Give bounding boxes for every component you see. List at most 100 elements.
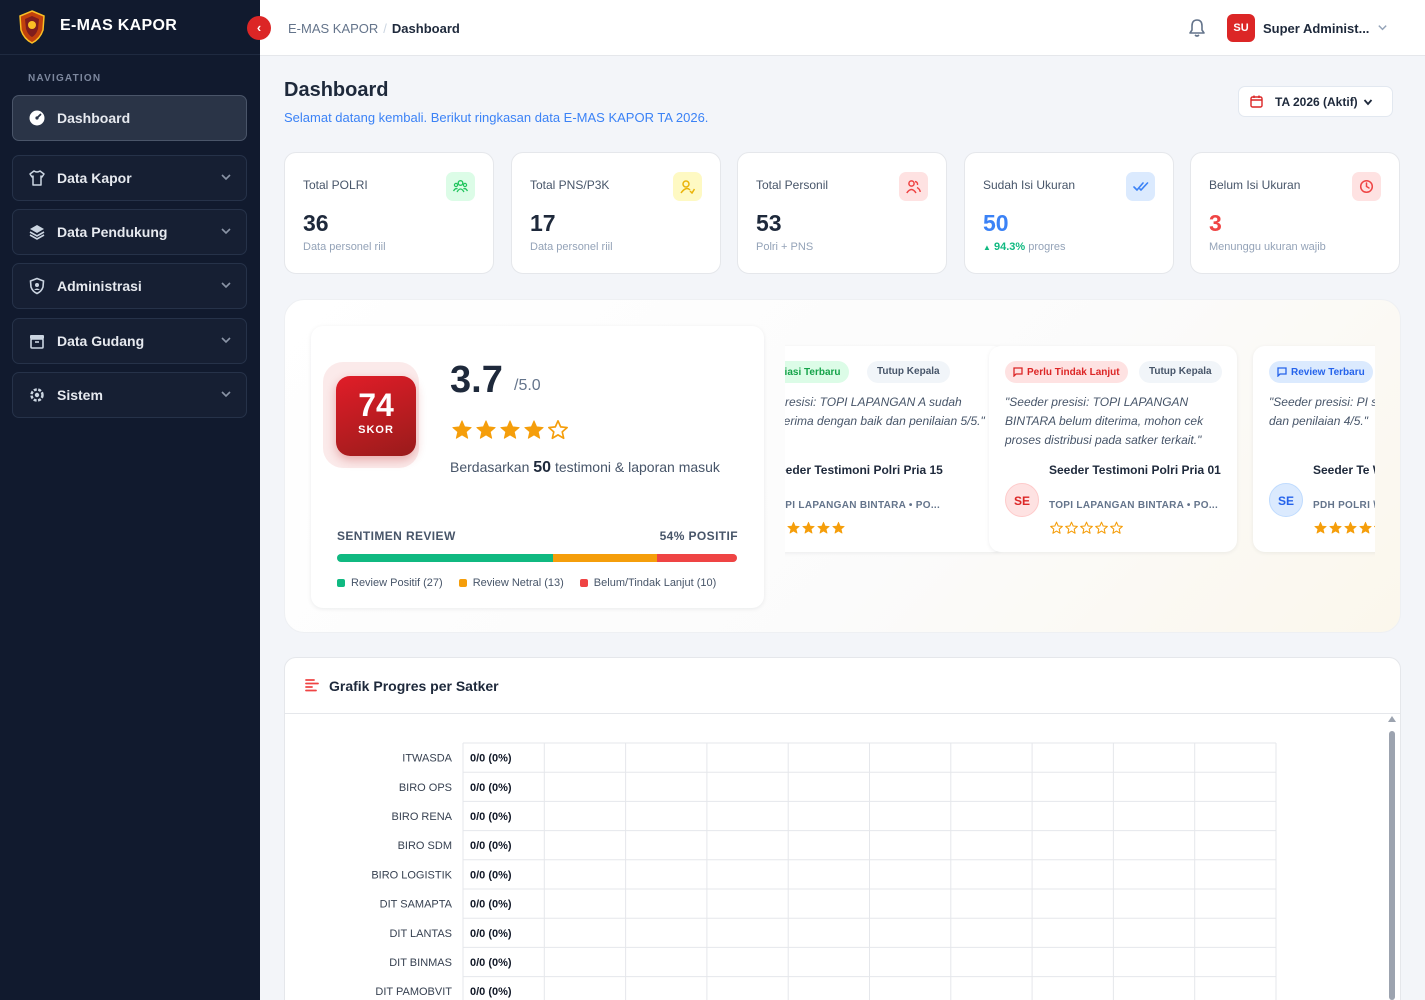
stat-label: Belum Isi Ukuran <box>1209 178 1301 192</box>
testimonial-category: Tutup Kepala <box>1139 361 1222 383</box>
message-icon <box>1277 367 1287 377</box>
sidebar-item-label: Dashboard <box>57 110 131 126</box>
users-group-icon <box>899 172 928 201</box>
testimonial-tag-label: Perlu Tindak Lanjut <box>1027 366 1120 378</box>
legend-label: Review Netral (13) <box>472 577 564 589</box>
calendar-icon <box>1250 95 1263 108</box>
sidebar-item-sistem[interactable]: Sistem <box>12 372 247 418</box>
stat-card-sudah-isi: Sudah Isi Ukuran 50 ▲ 94.3% progres <box>964 152 1174 274</box>
sidebar-collapse-button[interactable]: ‹ <box>247 16 271 40</box>
chart-header: Grafik Progres per Satker <box>285 658 1400 714</box>
sidebar-item-data-pendukung[interactable]: Data Pendukung <box>12 209 247 255</box>
progress-chart-card: Grafik Progres per Satker ITWASDA 0/0 (0%… <box>284 657 1401 1000</box>
avatar[interactable]: SU <box>1227 14 1255 42</box>
sidebar-item-label: Administrasi <box>57 278 142 294</box>
star-empty-icon <box>1064 521 1079 535</box>
data-label: 0/0 (0%) <box>470 986 512 998</box>
testimonial-card[interactable]: Perlu Tindak Lanjut Tutup Kepala "Seeder… <box>989 346 1237 552</box>
year-selector[interactable]: TA 2026 (Aktif) <box>1238 86 1393 117</box>
star-empty-icon <box>1094 521 1109 535</box>
sentiment-bar <box>337 554 737 562</box>
testimonial-carousel[interactable]: siasi Terbaru Tutup Kepala r presisi: TO… <box>785 300 1375 634</box>
star-filled-icon <box>801 521 816 535</box>
testimonial-avatar: SE <box>1005 483 1039 517</box>
stat-card-total-polri: Total POLRI 36 Data personel riil <box>284 152 494 274</box>
stat-sub: Polri + PNS <box>756 241 814 253</box>
data-label: 0/0 (0%) <box>470 811 512 823</box>
stat-value: 50 <box>983 210 1009 236</box>
legend-followup: Belum/Tindak Lanjut (10) <box>579 577 716 589</box>
testimonial-quote: r presisi: TOPI LAPANGAN A sudah diterim… <box>785 395 985 428</box>
data-label: 0/0 (0%) <box>470 957 512 969</box>
chevron-down-icon[interactable] <box>1377 22 1388 33</box>
star-filled-icon <box>831 521 846 535</box>
sidebar: E-MAS KAPOR NAVIGATION Dashboard Data Ka… <box>0 0 260 1000</box>
sentiment-segment <box>553 554 657 562</box>
star-filled-icon <box>1328 521 1343 535</box>
breadcrumb-separator: / <box>383 21 387 36</box>
user-name[interactable]: Super Administ... <box>1263 21 1369 36</box>
data-label: 0/0 (0%) <box>470 840 512 852</box>
category-label: BIRO OPS <box>399 782 452 794</box>
sentiment-segment <box>657 554 737 562</box>
testimonial-tag: Review Terbaru <box>1269 361 1373 383</box>
sidebar-item-label: Data Gudang <box>57 333 145 349</box>
legend-positive: Review Positif (27) <box>337 577 443 589</box>
stat-sub: Menunggu ukuran wajib <box>1209 241 1326 253</box>
category-label: DIT PAMOBVIT <box>375 986 452 998</box>
data-label: 0/0 (0%) <box>470 869 512 881</box>
star-empty-icon <box>1373 521 1375 535</box>
sidebar-item-administrasi[interactable]: Administrasi <box>12 263 247 309</box>
progress-label: progres <box>1028 241 1066 253</box>
testimonial-author: Seeder Te Wanita 11 <box>1313 463 1375 477</box>
sidebar-item-data-kapor[interactable]: Data Kapor <box>12 155 247 201</box>
bell-icon[interactable] <box>1188 18 1206 38</box>
stat-value: 3 <box>1209 210 1222 236</box>
testimonial-card[interactable]: Review Terbaru "Seeder presisi: PI sudah… <box>1253 346 1375 552</box>
chart-scrollbar[interactable] <box>1388 716 1396 1000</box>
sidebar-item-dashboard[interactable]: Dashboard <box>12 95 247 141</box>
score-card: 74 SKOR 3.7 /5.0 Berdasarkan 50 testimon… <box>311 326 764 608</box>
user-badge-icon <box>673 172 702 201</box>
page-subtitle: Selamat datang kembali. Berikut ringkasa… <box>284 110 709 125</box>
category-label: ITWASDA <box>402 753 452 765</box>
sentiment-legend: Review Positif (27) Review Netral (13) B… <box>337 577 732 589</box>
category-label: BIRO LOGISTIK <box>371 869 452 881</box>
star-empty-icon <box>1079 521 1094 535</box>
basis-count: 50 <box>533 459 552 476</box>
data-label: 0/0 (0%) <box>470 928 512 940</box>
trend-up-icon: ▲ <box>983 243 991 252</box>
stat-card-total-pns: Total PNS/P3K 17 Data personel riil <box>511 152 721 274</box>
chevron-down-icon <box>221 174 231 181</box>
star-filled-icon <box>522 419 546 441</box>
testimonial-tag: Perlu Tindak Lanjut <box>1005 361 1128 383</box>
star-filled-icon <box>450 419 474 441</box>
testimonial-product: PDH POLRI \ <box>1313 500 1375 511</box>
sidebar-item-label: Data Pendukung <box>57 224 168 240</box>
category-label: DIT BINMAS <box>389 957 452 969</box>
star-filled-icon <box>498 419 522 441</box>
testimonial-card[interactable]: siasi Terbaru Tutup Kepala r presisi: TO… <box>785 346 1005 552</box>
archive-icon <box>28 332 46 350</box>
testimonial-quote: "Seeder presisi: PI sudah diterima de da… <box>1269 395 1375 428</box>
chevron-down-icon <box>221 228 231 235</box>
breadcrumb-root[interactable]: E-MAS KAPOR <box>288 21 378 36</box>
testimonial-stars <box>1313 521 1375 535</box>
gear-icon <box>28 386 46 404</box>
breadcrumb-current: Dashboard <box>391 21 460 36</box>
star-filled-icon <box>786 521 801 535</box>
sidebar-item-data-gudang[interactable]: Data Gudang <box>12 318 247 364</box>
sentiment-segment <box>337 554 553 562</box>
score-label: SKOR <box>358 424 394 436</box>
legend-label: Review Positif (27) <box>351 577 443 589</box>
sidebar-item-label: Sistem <box>57 387 103 403</box>
satker-progress-chart: ITWASDA 0/0 (0%) BIRO OPS 0/0 (0%) BIRO RENA… <box>371 742 1277 1000</box>
star-filled-icon <box>1358 521 1373 535</box>
users-icon <box>446 172 475 201</box>
stat-label: Sudah Isi Ukuran <box>983 178 1076 192</box>
breadcrumb: E-MAS KAPOR / Dashboard <box>288 21 460 36</box>
sidebar-item-label: Data Kapor <box>57 170 132 186</box>
score-value: 74 <box>358 387 394 423</box>
testimonial-quote: "Seeder presisi: TOPI LAPANGAN BINTARA b… <box>1005 395 1204 447</box>
legend-swatch <box>458 579 467 587</box>
